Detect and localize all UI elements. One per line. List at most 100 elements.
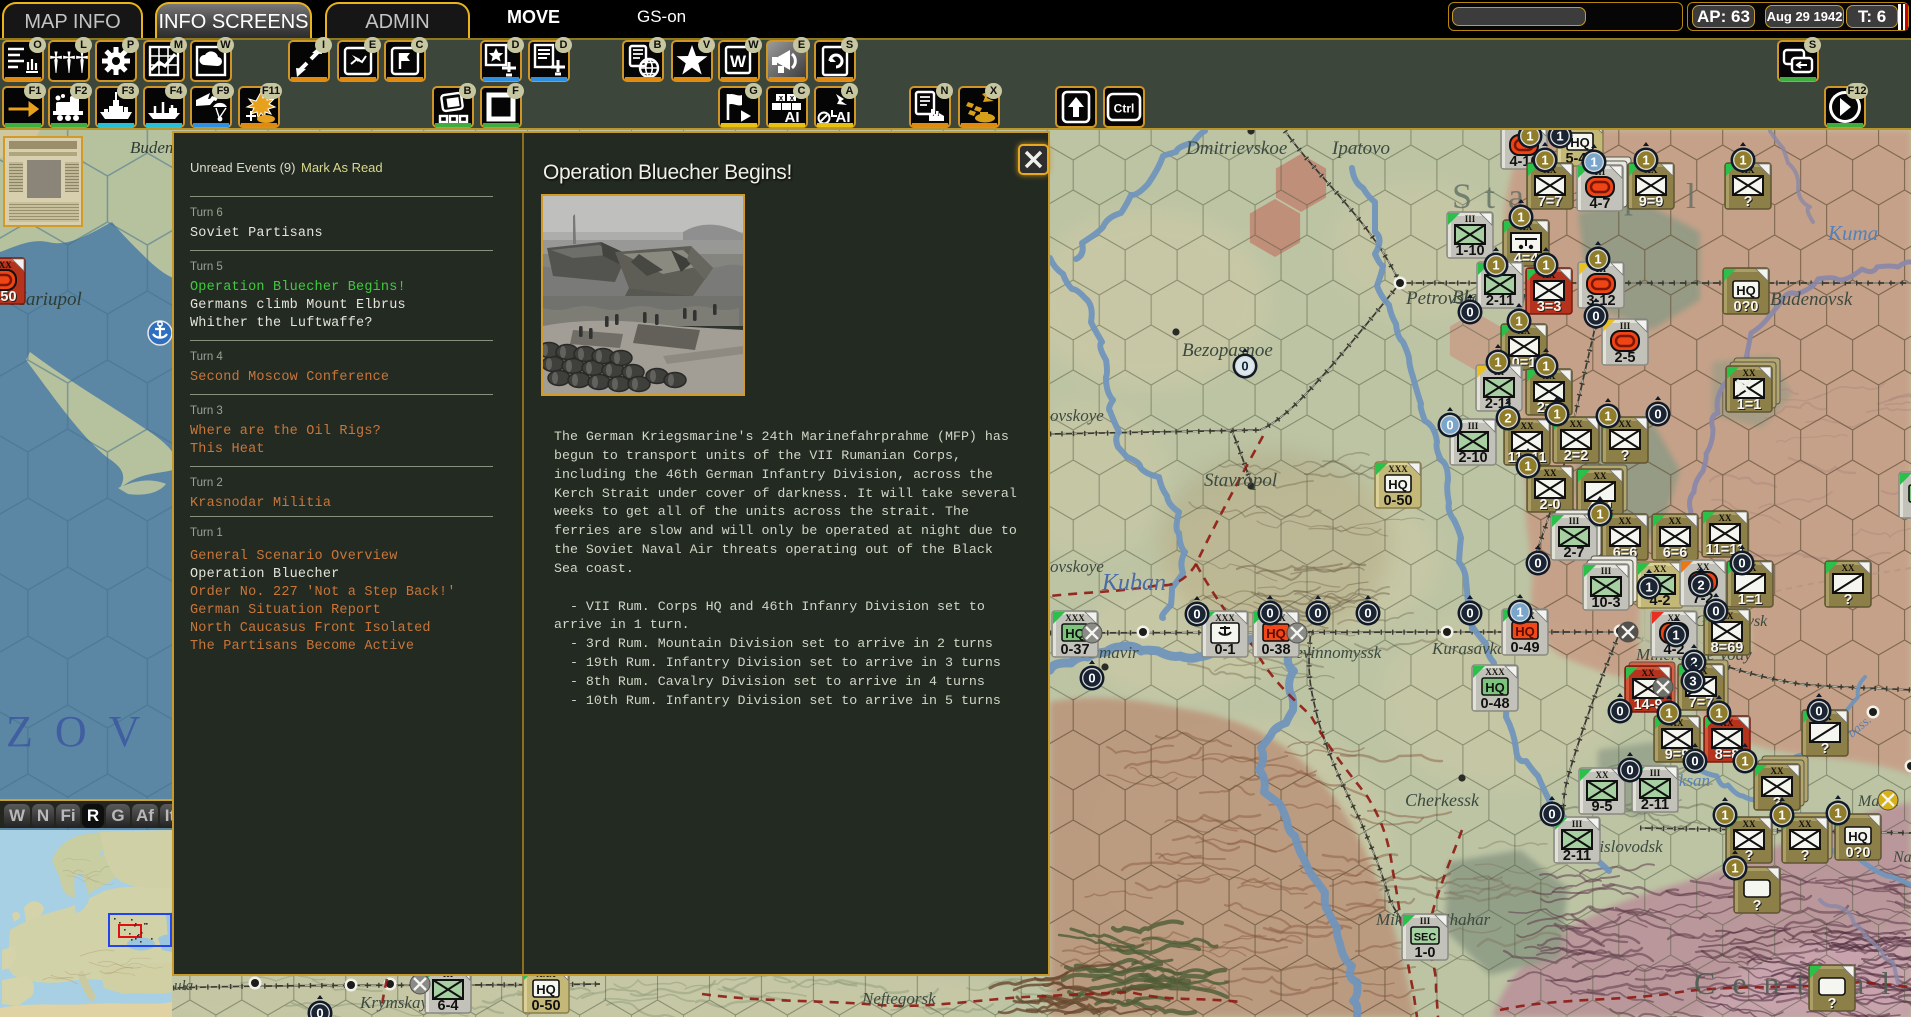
svg-text:XXX: XXX [1485, 667, 1505, 677]
svg-text:0-37: 0-37 [1060, 642, 1089, 658]
svg-text:0: 0 [1592, 309, 1599, 324]
svg-text:Ctrl: Ctrl [1114, 102, 1135, 116]
svg-text:Nalc: Nalc [1892, 849, 1911, 866]
svg-text:0: 0 [1446, 418, 1453, 433]
svg-text:?: ? [1621, 448, 1630, 464]
svg-text:1-0: 1-0 [1415, 945, 1436, 961]
svg-text:2: 2 [1504, 411, 1511, 426]
svg-text:0-50: 0-50 [0, 289, 17, 305]
svg-text:1: 1 [1524, 459, 1531, 474]
svg-text:HQ: HQ [1266, 626, 1286, 641]
svg-text:0-50: 0-50 [531, 998, 560, 1014]
svg-text:1: 1 [1516, 605, 1523, 620]
svg-text:Stavropol: Stavropol [1204, 470, 1277, 491]
svg-text:0: 0 [1266, 606, 1273, 621]
svg-text:0: 0 [1654, 407, 1661, 422]
svg-text:0: 0 [1626, 763, 1633, 778]
svg-text:XXX: XXX [0, 260, 12, 270]
svg-text:2-10: 2-10 [1458, 450, 1487, 466]
svg-text:1: 1 [1731, 861, 1738, 876]
svg-text:2-11: 2-11 [1486, 293, 1514, 309]
svg-text:1: 1 [1721, 808, 1728, 823]
svg-text:?: ? [1801, 848, 1810, 864]
svg-text:XXX: XXX [1065, 613, 1085, 623]
svg-text:6-4: 6-4 [438, 998, 459, 1014]
svg-text:III: III [1572, 819, 1583, 829]
svg-text:0: 0 [1616, 704, 1623, 719]
svg-text:0-1: 0-1 [1215, 642, 1236, 658]
svg-text:Kuma: Kuma [1827, 221, 1878, 245]
svg-text:0: 0 [1466, 305, 1473, 320]
svg-text:10-3: 10-3 [1591, 595, 1620, 611]
svg-text:1: 1 [1590, 155, 1597, 170]
svg-text:Kuban: Kuban [1101, 570, 1166, 596]
svg-text:HQ: HQ [1570, 135, 1590, 150]
svg-text:1: 1 [1492, 258, 1499, 273]
svg-text:3=3: 3=3 [1537, 299, 1562, 315]
svg-text:0: 0 [1364, 606, 1371, 621]
svg-text:XX: XX [1799, 819, 1812, 829]
svg-text:XX: XX [1719, 513, 1732, 523]
svg-text:?: ? [1844, 592, 1853, 608]
svg-text:0-48: 0-48 [1480, 696, 1509, 712]
svg-text:Kurasavka: Kurasavka [1431, 639, 1506, 658]
svg-text:Central: Central [1694, 965, 1907, 1001]
svg-text:XX: XX [1594, 471, 1607, 481]
svg-text:SEC: SEC [1414, 932, 1437, 944]
svg-text:1: 1 [1542, 258, 1549, 273]
svg-text:0: 0 [1691, 754, 1698, 769]
svg-text:1: 1 [1645, 580, 1652, 595]
svg-text:III: III [1569, 516, 1580, 526]
svg-text:?: ? [1753, 898, 1762, 914]
svg-text:1: 1 [1834, 806, 1841, 821]
svg-text:XX: XX [1668, 613, 1681, 623]
svg-text:XX: XX [1743, 368, 1756, 378]
svg-text:XX: XX [1743, 819, 1756, 829]
svg-text:0: 0 [1815, 704, 1822, 719]
svg-text:III: III [1465, 214, 1476, 224]
svg-text:Budenovsk: Budenovsk [1770, 289, 1853, 310]
svg-text:x: x [779, 94, 784, 103]
svg-text:?: ? [1828, 996, 1837, 1012]
svg-text:1: 1 [1553, 407, 1560, 422]
svg-text:0: 0 [1738, 556, 1745, 571]
svg-text:9-5: 9-5 [1592, 799, 1613, 815]
svg-text:III: III [1468, 421, 1479, 431]
svg-text:0: 0 [1314, 606, 1321, 621]
svg-text:III: III [1601, 566, 1612, 576]
svg-text:ovskoye: ovskoye [1050, 557, 1104, 576]
svg-text:2=2: 2=2 [1564, 448, 1589, 464]
svg-text:0: 0 [1548, 807, 1555, 822]
svg-text:1: 1 [1556, 129, 1563, 144]
svg-text:XX: XX [1669, 516, 1682, 526]
svg-text:0-50: 0-50 [1383, 493, 1412, 509]
svg-text:1: 1 [1715, 706, 1722, 721]
svg-text:ZOV: ZOV [6, 707, 162, 756]
svg-text:1: 1 [1594, 252, 1601, 267]
svg-text:0: 0 [316, 1006, 323, 1017]
svg-text:1-10: 1-10 [1455, 243, 1484, 259]
svg-text:Neftegorsk: Neftegorsk [861, 989, 936, 1008]
svg-text:XX: XX [1842, 563, 1855, 573]
svg-text:6=6: 6=6 [1663, 545, 1688, 561]
svg-text:2-7: 2-7 [1564, 545, 1585, 561]
svg-text:Dmitrievskoe: Dmitrievskoe [1185, 138, 1287, 159]
svg-text:0: 0 [1712, 604, 1719, 619]
svg-text:HQ: HQ [1485, 680, 1505, 695]
svg-text:2-5: 2-5 [1615, 350, 1636, 366]
svg-text:III: III [1620, 321, 1631, 331]
svg-text:?: ? [1745, 848, 1754, 864]
svg-text:1: 1 [1604, 409, 1611, 424]
svg-text:1: 1 [1526, 129, 1533, 144]
svg-text:9=9: 9=9 [1639, 194, 1664, 210]
svg-text:3: 3 [1689, 674, 1696, 689]
svg-text:1: 1 [1494, 355, 1501, 370]
svg-text:Bezopasnoe: Bezopasnoe [1182, 340, 1273, 361]
svg-text:1: 1 [1517, 210, 1524, 225]
svg-text:0: 0 [1088, 671, 1095, 686]
svg-text:III: III [1650, 768, 1661, 778]
svg-text:HQ: HQ [1388, 477, 1408, 492]
svg-text:HQ: HQ [1848, 829, 1868, 844]
svg-text:?: ? [1744, 194, 1753, 210]
svg-text:?: ? [1821, 741, 1830, 757]
